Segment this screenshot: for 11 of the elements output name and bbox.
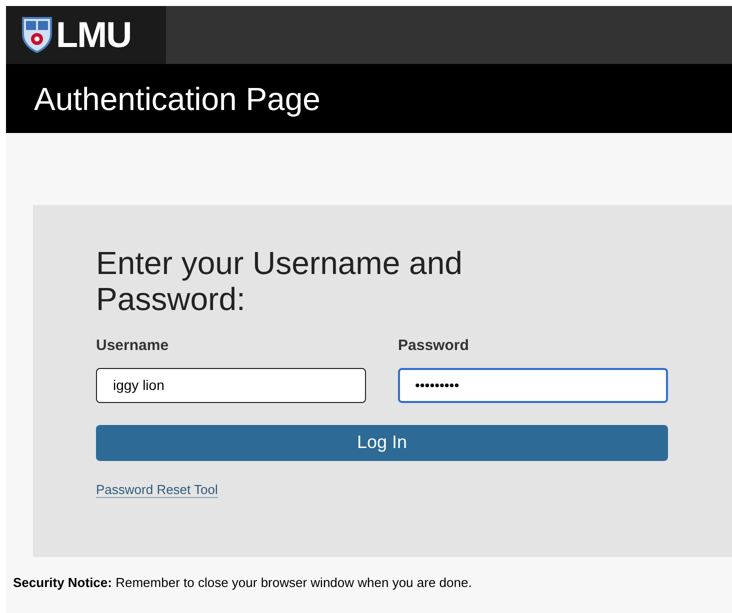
page-title: Authentication Page [34,80,320,119]
field-label: Password [398,336,470,356]
login-button[interactable]: Log In [96,424,668,460]
form-heading: Enter your Username and Password: [96,245,464,317]
input-field[interactable]: ••••••••• [398,368,668,402]
security-notice: Security Notice: Remember to close your browser window when you are done. [13,574,473,592]
input-field[interactable]: iggy lion [96,368,366,402]
shield-icon [22,17,52,53]
logo-text: LMU [56,17,132,53]
field-label: Username [96,336,170,356]
password-reset-link[interactable]: Password Reset Tool [96,482,218,498]
